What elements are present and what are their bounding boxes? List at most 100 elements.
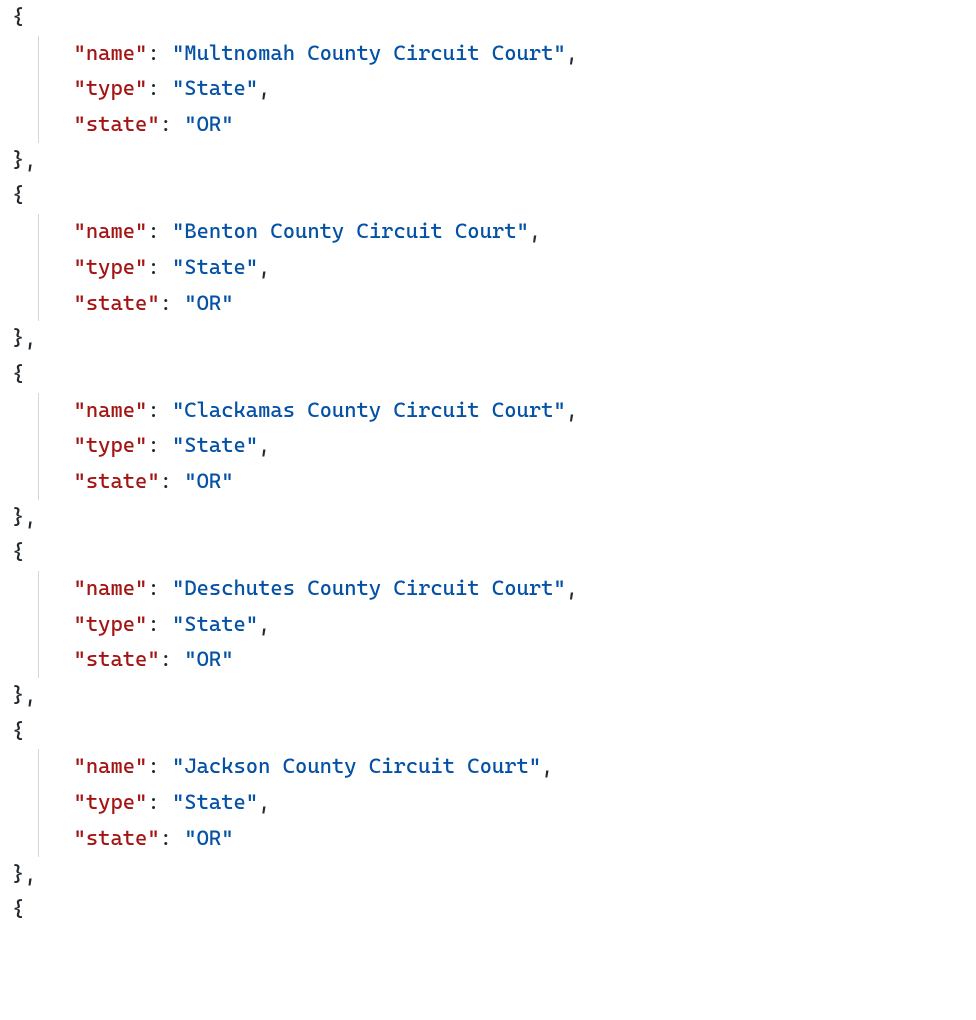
json-key: "state" (74, 469, 160, 493)
code-line: "type": "State", (12, 428, 964, 464)
code-line: }, (12, 857, 964, 893)
code-line: }, (12, 143, 964, 179)
open-brace: { (12, 5, 24, 29)
open-brace: { (12, 362, 24, 386)
colon: : (160, 647, 185, 671)
indent-guide (38, 607, 39, 643)
json-string-value: "OR" (184, 469, 233, 493)
comma: , (258, 76, 270, 100)
colon: : (147, 612, 172, 636)
open-brace: { (12, 540, 24, 564)
indent-guide (38, 250, 39, 286)
indent-guide (38, 36, 39, 72)
colon: : (160, 826, 185, 850)
json-key: "name" (74, 398, 148, 422)
colon: : (147, 754, 172, 778)
json-key: "type" (74, 76, 148, 100)
json-string-value: "Multnomah County Circuit Court" (172, 41, 566, 65)
code-line: "state": "OR" (12, 821, 964, 857)
json-key: "type" (74, 612, 148, 636)
comma: , (258, 612, 270, 636)
json-string-value: "OR" (184, 291, 233, 315)
json-key: "type" (74, 255, 148, 279)
code-line: "name": "Jackson County Circuit Court", (12, 749, 964, 785)
close-brace-comma: }, (12, 326, 37, 350)
colon: : (147, 790, 172, 814)
open-brace: { (12, 897, 24, 921)
comma: , (258, 790, 270, 814)
indent-guide (38, 393, 39, 429)
json-code-block: { "name": "Multnomah County Circuit Cour… (12, 0, 964, 928)
indent-guide (38, 71, 39, 107)
code-line: }, (12, 321, 964, 357)
json-string-value: "OR" (184, 112, 233, 136)
close-brace-comma: }, (12, 148, 37, 172)
indent-guide (38, 749, 39, 785)
indent-guide (38, 286, 39, 322)
json-string-value: "OR" (184, 826, 233, 850)
code-line: { (12, 535, 964, 571)
json-string-value: "Benton County Circuit Court" (172, 219, 529, 243)
json-string-value: "Jackson County Circuit Court" (172, 754, 541, 778)
colon: : (160, 112, 185, 136)
code-line: "state": "OR" (12, 642, 964, 678)
code-line: { (12, 892, 964, 928)
json-key: "name" (74, 754, 148, 778)
json-string-value: "OR" (184, 647, 233, 671)
colon: : (147, 41, 172, 65)
indent-guide (38, 785, 39, 821)
comma: , (258, 433, 270, 457)
code-line: "name": "Clackamas County Circuit Court"… (12, 393, 964, 429)
json-key: "name" (74, 219, 148, 243)
colon: : (147, 433, 172, 457)
json-key: "state" (74, 112, 160, 136)
colon: : (160, 291, 185, 315)
json-string-value: "State" (172, 790, 258, 814)
comma: , (566, 41, 578, 65)
json-key: "state" (74, 826, 160, 850)
json-key: "name" (74, 41, 148, 65)
code-line: { (12, 714, 964, 750)
json-string-value: "State" (172, 255, 258, 279)
colon: : (160, 469, 185, 493)
colon: : (147, 219, 172, 243)
code-line: "type": "State", (12, 250, 964, 286)
code-line: { (12, 0, 964, 36)
json-key: "type" (74, 433, 148, 457)
code-line: "name": "Deschutes County Circuit Court"… (12, 571, 964, 607)
indent-guide (38, 821, 39, 857)
close-brace-comma: }, (12, 862, 37, 886)
indent-guide (38, 642, 39, 678)
code-line: "name": "Multnomah County Circuit Court"… (12, 36, 964, 72)
close-brace-comma: }, (12, 683, 37, 707)
comma: , (258, 255, 270, 279)
json-key: "name" (74, 576, 148, 600)
indent-guide (38, 464, 39, 500)
comma: , (529, 219, 541, 243)
comma: , (541, 754, 553, 778)
json-string-value: "State" (172, 612, 258, 636)
colon: : (147, 576, 172, 600)
json-string-value: "State" (172, 433, 258, 457)
indent-guide (38, 107, 39, 143)
code-line: { (12, 178, 964, 214)
colon: : (147, 76, 172, 100)
colon: : (147, 255, 172, 279)
code-line: "type": "State", (12, 785, 964, 821)
code-line: "state": "OR" (12, 464, 964, 500)
colon: : (147, 398, 172, 422)
open-brace: { (12, 719, 24, 743)
indent-guide (38, 571, 39, 607)
code-line: "name": "Benton County Circuit Court", (12, 214, 964, 250)
indent-guide (38, 214, 39, 250)
code-line: "state": "OR" (12, 107, 964, 143)
json-string-value: "Clackamas County Circuit Court" (172, 398, 566, 422)
json-key: "state" (74, 291, 160, 315)
json-key: "type" (74, 790, 148, 814)
json-string-value: "State" (172, 76, 258, 100)
open-brace: { (12, 183, 24, 207)
code-line: "type": "State", (12, 71, 964, 107)
comma: , (566, 576, 578, 600)
json-string-value: "Deschutes County Circuit Court" (172, 576, 566, 600)
code-line: "type": "State", (12, 607, 964, 643)
